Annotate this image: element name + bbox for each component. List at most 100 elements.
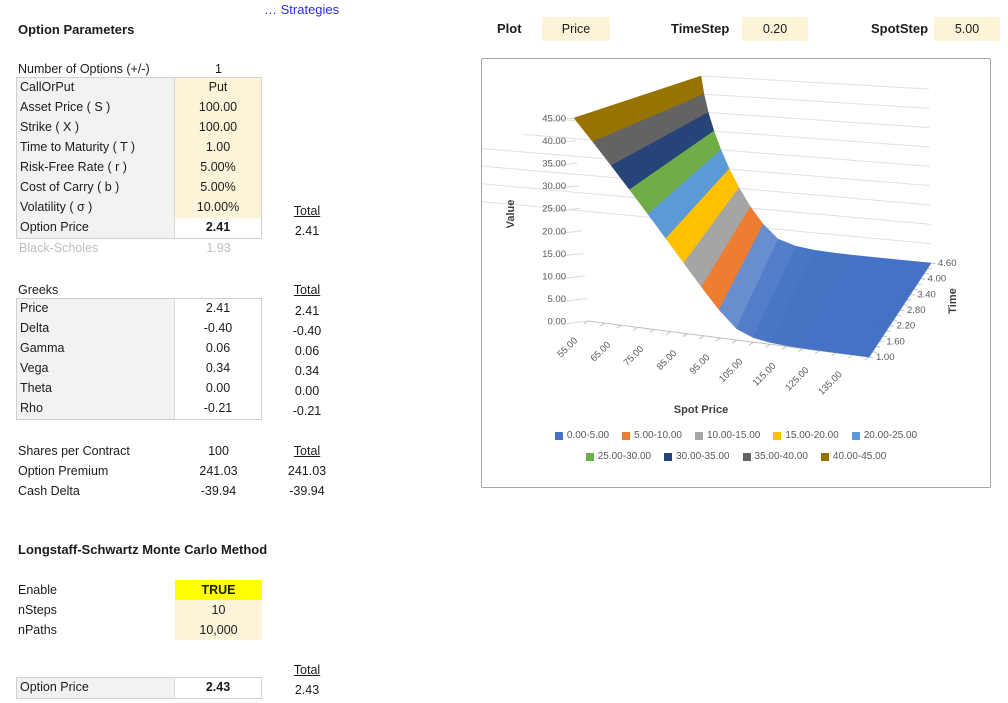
plot-label: Plot: [497, 21, 522, 36]
svg-text:1.00: 1.00: [876, 352, 895, 363]
maturity-cell[interactable]: 1.00: [175, 138, 261, 158]
legend-swatch: [694, 431, 703, 440]
legend-item: 30.00-35.00: [664, 451, 730, 462]
legend-label: 35.00-40.00: [754, 451, 808, 462]
strike-cell[interactable]: 100.00: [175, 118, 261, 138]
greek-label: Price: [17, 299, 175, 319]
table-row: Vega 0.34: [17, 359, 261, 379]
monte-carlo-title: Longstaff-Schwartz Monte Carlo Method: [18, 542, 268, 557]
table-row: Gamma 0.06: [17, 339, 261, 359]
mc-total-value: 2.43: [294, 683, 320, 697]
svg-text:45.00: 45.00: [542, 114, 566, 125]
table-row: Volatility ( σ ) 10.00%: [17, 198, 261, 218]
timestep-cell[interactable]: 0.20: [742, 17, 808, 41]
num-options-cell[interactable]: 1: [175, 59, 262, 79]
nsteps-cell[interactable]: 10: [175, 600, 262, 620]
spotstep-cell[interactable]: 5.00: [934, 17, 1000, 41]
legend-swatch: [622, 431, 631, 440]
greek-total: 0.00: [294, 384, 320, 398]
nsteps-label: nSteps: [18, 603, 57, 617]
legend-label: 30.00-35.00: [676, 451, 730, 462]
legend-label: 20.00-25.00: [863, 430, 918, 441]
legend-item: 0.00-5.00: [554, 430, 609, 441]
premium-value: 241.03: [199, 464, 238, 478]
npaths-cell[interactable]: 10,000: [175, 620, 262, 640]
table-row: Risk-Free Rate ( r ) 5.00%: [17, 158, 261, 178]
greek-label: Rho: [17, 399, 175, 419]
legend-item: 35.00-40.00: [742, 451, 808, 462]
legend-item: 25.00-30.00: [585, 451, 652, 462]
greeks-title: Greeks: [18, 283, 59, 297]
svg-text:15.00: 15.00: [542, 249, 566, 260]
time-axis-title: Time: [947, 288, 959, 314]
svg-text:105.00: 105.00: [717, 357, 745, 385]
legend-label: 25.00-30.00: [597, 451, 652, 462]
legend-row: 25.00-30.00 30.00-35.00 35.00-40.00 40.0…: [482, 446, 990, 467]
premium-total: 241.03: [287, 464, 327, 478]
enable-label: Enable: [18, 583, 57, 597]
asset-price-cell[interactable]: 100.00: [175, 98, 261, 118]
shares-value: 100: [208, 444, 229, 458]
value-axis-title: Value: [505, 199, 517, 229]
plot-select-cell[interactable]: Price: [542, 17, 610, 41]
svg-text:85.00: 85.00: [655, 348, 680, 373]
table-row: Asset Price ( S ) 100.00: [17, 98, 261, 118]
greek-value: 2.41: [205, 301, 231, 315]
enable-cell[interactable]: TRUE: [175, 580, 262, 600]
greek-value: 0.00: [205, 381, 231, 395]
surface-chart: 0.00 5.00 10.00 15.00 20.00 25.00 30.00 35.00 40…: [481, 58, 991, 488]
table-row: Option Price 2.43: [17, 678, 261, 698]
svg-text:135.00: 135.00: [816, 369, 844, 397]
volatility-cell[interactable]: 10.00%: [175, 198, 261, 218]
carry-cell[interactable]: 5.00%: [175, 178, 261, 198]
svg-text:2.20: 2.20: [897, 321, 916, 332]
greek-total: -0.21: [292, 404, 322, 418]
chart-legend: 0.00-5.00 5.00-10.00 10.00-15.00 15.00-2…: [482, 425, 990, 467]
cash-delta-total: -39.94: [289, 484, 325, 498]
greek-total: 2.41: [294, 304, 320, 318]
legend-item: 15.00-20.00: [773, 430, 839, 441]
svg-text:20.00: 20.00: [542, 226, 566, 237]
param-label: Cost of Carry ( b ): [17, 178, 175, 198]
legend-swatch: [820, 452, 829, 461]
svg-text:30.00: 30.00: [542, 181, 566, 192]
legend-label: 40.00-45.00: [832, 451, 887, 462]
svg-text:75.00: 75.00: [622, 344, 647, 369]
legend-swatch: [742, 452, 751, 461]
black-scholes-value: 1.93: [206, 241, 231, 255]
svg-text:3.40: 3.40: [917, 289, 936, 300]
greek-label: Vega: [17, 359, 175, 379]
page-title: Option Parameters: [18, 22, 135, 37]
table-row: CallOrPut Put: [17, 78, 261, 98]
greek-value: -0.21: [203, 401, 233, 415]
greek-value: 0.34: [205, 361, 231, 375]
surface-plot-area: 0.00 5.00 10.00 15.00 20.00 25.00 30.00 35.00 40…: [482, 75, 957, 398]
timestep-label: TimeStep: [671, 21, 730, 36]
svg-text:5.00: 5.00: [548, 294, 567, 305]
table-row: Option Price 2.41: [17, 218, 261, 238]
legend-item: 20.00-25.00: [851, 430, 918, 441]
callorput-cell[interactable]: Put: [175, 78, 261, 98]
legend-swatch: [554, 431, 563, 440]
mc-total-header: Total: [293, 663, 321, 677]
svg-text:1.60: 1.60: [886, 336, 905, 347]
greek-total: 0.34: [294, 364, 320, 378]
option-price-cell: 2.41: [205, 220, 231, 234]
table-row: Strike ( X ) 100.00: [17, 118, 261, 138]
greek-label: Gamma: [17, 339, 175, 359]
premium-label: Option Premium: [18, 464, 109, 478]
legend-swatch: [773, 431, 782, 440]
mc-price-table: Option Price 2.43: [16, 677, 262, 699]
rate-cell[interactable]: 5.00%: [175, 158, 261, 178]
strategies-link[interactable]: … Strategies: [264, 2, 339, 17]
svg-text:115.00: 115.00: [751, 361, 779, 389]
greek-total: 0.06: [294, 344, 320, 358]
table-row: Price 2.41: [17, 299, 261, 319]
spot-axis-title: Spot Price: [673, 404, 729, 416]
table-row: Cost of Carry ( b ) 5.00%: [17, 178, 261, 198]
legend-item: 5.00-10.00: [622, 430, 682, 441]
option-parameters-table: CallOrPut Put Asset Price ( S ) 100.00 S…: [16, 77, 262, 239]
svg-text:55.00: 55.00: [556, 335, 581, 360]
svg-text:25.00: 25.00: [542, 204, 566, 215]
svg-text:65.00: 65.00: [589, 340, 614, 365]
